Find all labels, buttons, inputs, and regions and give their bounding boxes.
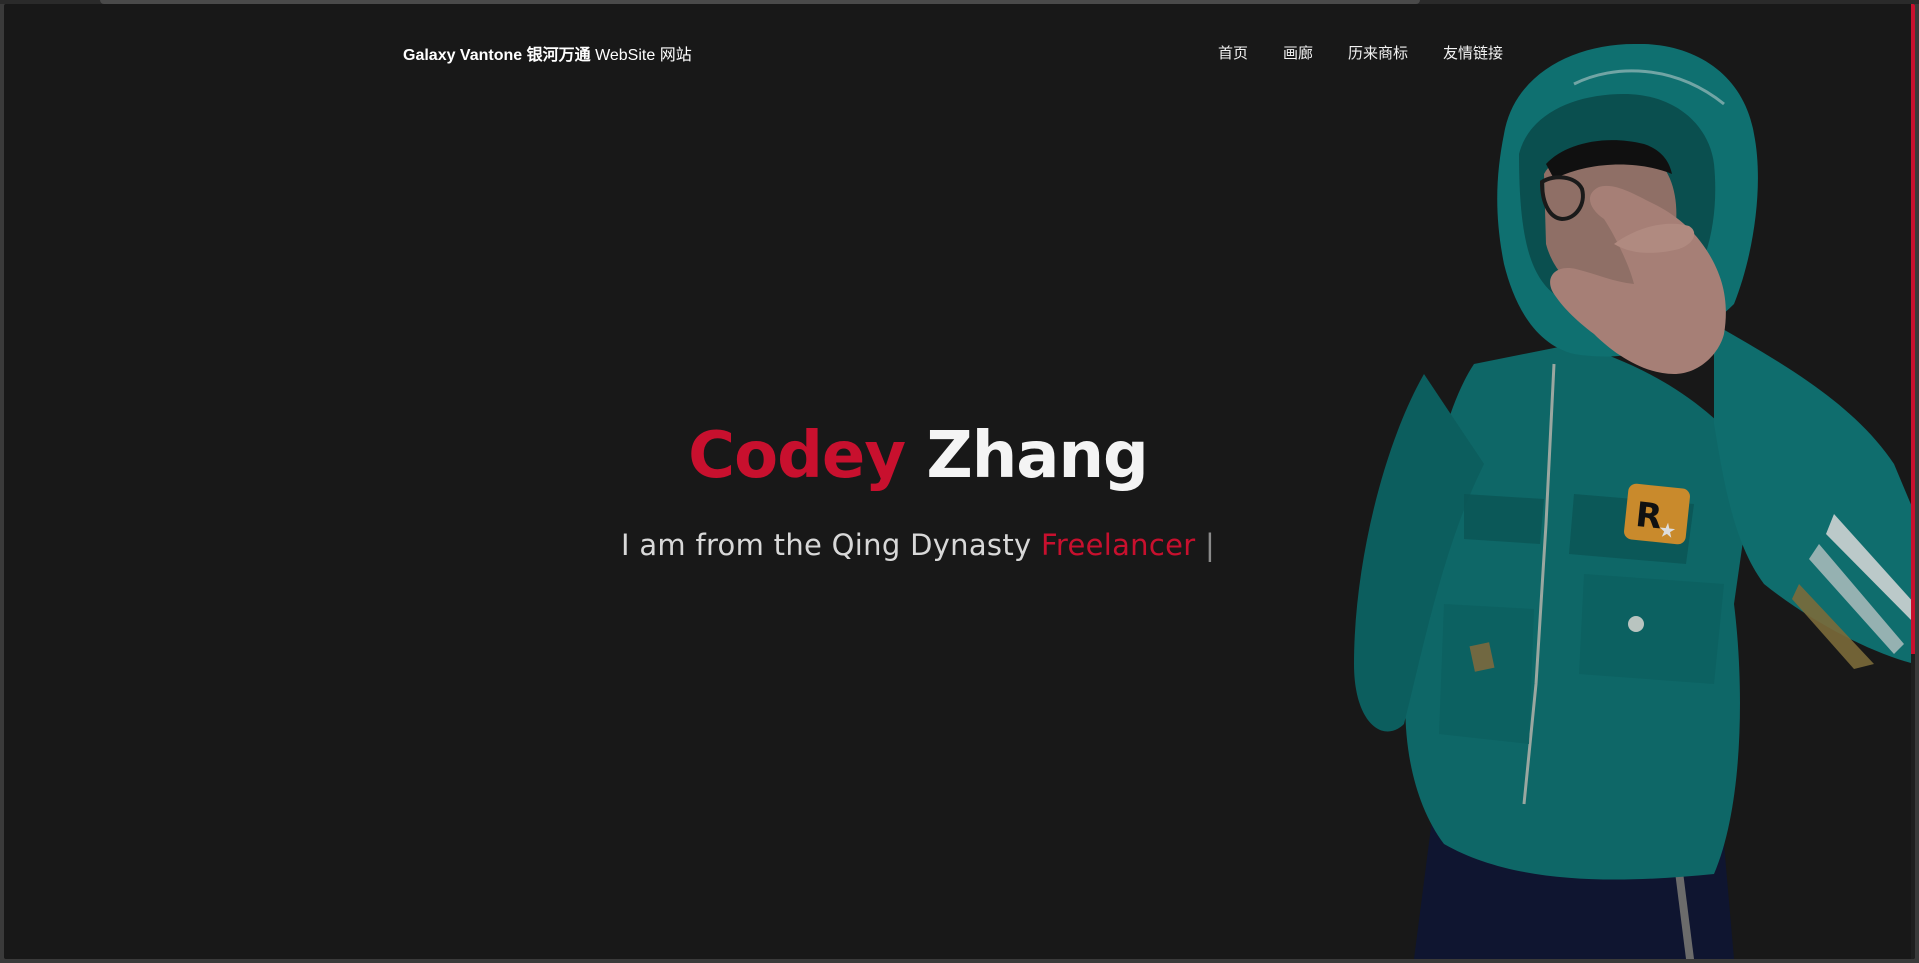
typing-cursor: |: [1195, 528, 1216, 562]
nav-item-home[interactable]: 首页: [1218, 42, 1248, 63]
nav-item-trademarks[interactable]: 历来商标: [1348, 42, 1408, 63]
hero-portrait-image: R ★: [1354, 44, 1915, 959]
hero-last-name: Zhang: [926, 419, 1149, 493]
page-viewport: Galaxy Vantone 银河万通 WebSite 网站 首页 画廊 历来商…: [4, 4, 1915, 959]
brand-name: Galaxy Vantone 银河万通: [403, 47, 591, 64]
tagline-text: I am from the Qing Dynasty: [620, 528, 1041, 562]
typed-role: Freelancer: [1040, 528, 1196, 562]
nav-item-gallery[interactable]: 画廊: [1283, 42, 1313, 63]
nav-item-links[interactable]: 友情链接: [1443, 42, 1503, 63]
page-scrollbar[interactable]: [1911, 4, 1915, 959]
brand-suffix: WebSite 网站: [590, 47, 692, 64]
main-nav: 首页 画廊 历来商标 友情链接: [1218, 42, 1503, 63]
site-brand[interactable]: Galaxy Vantone 银河万通 WebSite 网站: [403, 41, 692, 65]
navbar: Galaxy Vantone 银河万通 WebSite 网站 首页 画廊 历来商…: [4, 4, 1915, 96]
hero-first-name: Codey: [688, 419, 906, 493]
scrollbar-thumb[interactable]: [1911, 4, 1915, 654]
